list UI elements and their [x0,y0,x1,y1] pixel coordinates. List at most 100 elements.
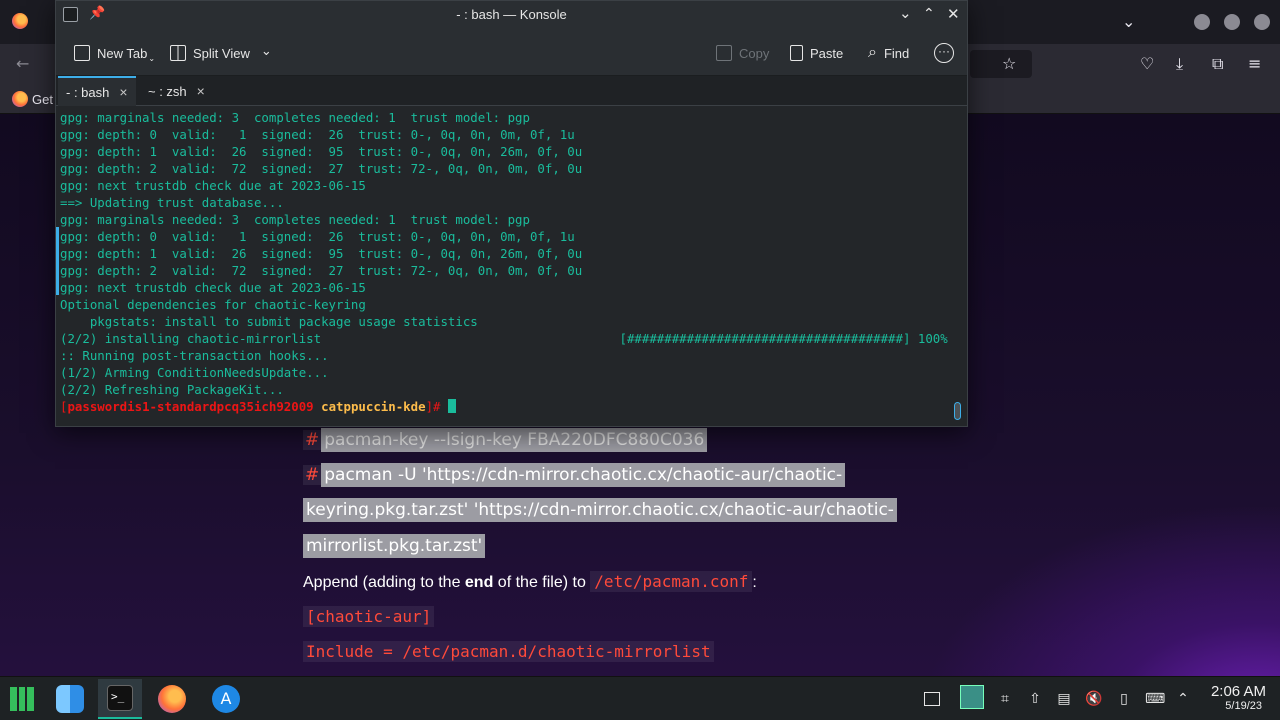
close-icon[interactable]: ✕ [947,5,960,23]
window-title: - : bash — Konsole [456,7,567,22]
close-button[interactable] [1254,14,1270,30]
terminal-line: gpg: depth: 1 valid: 26 signed: 95 trust… [60,144,583,159]
konsole-toolbar: New Tab ⌄ Split View ⌄ Copy Paste ⌕ Find… [56,30,967,76]
copy-button[interactable]: Copy [716,42,769,64]
app-store-icon: A [212,685,240,713]
minimize-chevron-icon[interactable]: ⌄ [899,4,912,22]
terminal-line: gpg: depth: 0 valid: 1 signed: 26 trust:… [60,127,575,142]
konsole-window: 📌 - : bash — Konsole ⌄ ⌃ ✕ New Tab ⌄ Spl… [55,0,968,427]
shell-prompt[interactable]: [passwordis1-standardpcq35ich92009 catpp… [60,398,456,415]
terminal-line: :: Running post-transaction hooks... [60,348,329,363]
terminal-line: pkgstats: install to submit package usag… [60,314,478,329]
prompt-directory: catppuccin-kde [321,399,426,414]
desktop-pager-icon[interactable] [960,685,984,709]
search-icon: ⌕ [868,44,877,61]
new-tab-icon [74,45,90,61]
battery-icon[interactable]: ▯ [1115,690,1133,708]
minimize-button[interactable] [1194,14,1210,30]
terminal-line: ==> Updating trust database... [60,195,284,210]
clock-date[interactable]: 5/19/23 [1225,700,1262,712]
clipboard-icon[interactable]: ⌗ [996,690,1014,708]
terminal-icon: >_ [107,685,133,711]
text-cursor [447,399,456,413]
taskbar-app-store[interactable]: A [204,679,248,719]
find-button[interactable]: ⌕ Find [868,42,909,64]
terminal-line: gpg: marginals needed: 3 completes neede… [60,110,530,125]
selection-marker [56,227,59,295]
update-icon[interactable]: ⇧ [1026,690,1044,708]
dropdown-indicator-icon: ⌄ [148,53,156,63]
manjaro-logo-icon [10,687,34,711]
tab-zsh[interactable]: ~ : zsh × [140,76,213,106]
taskbar-file-manager[interactable] [48,679,92,719]
more-icon: ··· [934,43,954,63]
chevron-down-icon[interactable]: ⌄ [1122,14,1135,30]
clock-time[interactable]: 2:06 AM [1211,683,1266,700]
terminal-line: gpg: next trustdb check due at 2023-06-1… [60,280,366,295]
code-text: keyring.pkg.tar.zst' 'https://cdn-mirror… [303,498,897,522]
split-view-label: Split View [193,45,250,61]
prompt-user-host: passwordis1-standardpcq35ich92009 [67,399,314,414]
para-text: : [752,574,757,591]
maximize-chevron-icon[interactable]: ⌃ [923,6,935,22]
bookmark-firefox-icon[interactable] [12,91,28,107]
code-lsign-key: # pacman-key --lsign-key FBA220DFC880C036 [303,428,708,452]
terminal-line: (1/2) Arming ConditionNeedsUpdate... [60,365,329,380]
paste-icon [790,45,803,61]
pocket-icon[interactable]: ♡ [1140,56,1154,72]
hamburger-menu-icon[interactable]: ≡ [1248,56,1261,72]
taskbar-firefox[interactable] [150,679,194,719]
code-pacman-install-2: keyring.pkg.tar.zst' 'https://cdn-mirror… [303,498,897,522]
code-pacman-install-1: # pacman -U 'https://cdn-mirror.chaotic.c… [303,463,846,487]
split-view-button[interactable]: Split View ⌄ [170,42,272,64]
para-text: Append (adding to the [303,574,465,591]
new-tab-label: New Tab [97,45,148,61]
find-label: Find [883,45,910,61]
back-arrow-icon[interactable]: ← [16,56,29,72]
tab-label: - : bash [66,84,110,100]
code-text: mirrorlist.pkg.tar.zst' [303,534,486,558]
code-pacman-install-3: mirrorlist.pkg.tar.zst' [303,534,486,558]
prompt-suffix: ]# [425,399,448,414]
terminal-line: gpg: next trustdb check due at 2023-06-1… [60,178,366,193]
muted-volume-icon[interactable]: 🔇 [1085,690,1103,708]
para-text: of the file) to [493,574,591,591]
downloads-icon[interactable]: ⤓ [1176,56,1183,72]
bookmark-star-icon[interactable]: ☆ [1002,56,1016,72]
tab-close-icon[interactable]: × [119,84,127,100]
paste-button[interactable]: Paste [790,42,843,64]
tray-expand-icon[interactable]: ⌃ [1174,690,1192,708]
firefox-icon [158,685,186,713]
firefox-logo-icon[interactable] [12,13,28,29]
network-icon[interactable]: ⌨ [1145,690,1165,708]
copy-label: Copy [739,45,770,61]
url-bar-end[interactable]: ☆ [970,50,1032,78]
para-bold: end [464,574,494,591]
konsole-tab-bar: - : bash × ~ : zsh × [56,76,967,106]
taskbar-konsole[interactable]: >_ [98,679,142,719]
konsole-titlebar[interactable]: 📌 - : bash — Konsole ⌄ ⌃ ✕ [56,1,967,30]
maximize-button[interactable] [1224,14,1240,30]
terminal-line: (2/2) Refreshing PackageKit... [60,382,284,397]
extensions-icon[interactable]: ⧉ [1212,56,1223,72]
notes-icon[interactable]: ▤ [1055,690,1073,708]
more-actions-button[interactable]: ··· [934,42,954,64]
terminal-scrollbar[interactable] [954,402,961,420]
tab-close-icon[interactable]: × [197,83,205,99]
tab-label: ~ : zsh [148,83,187,99]
terminal-line: gpg: depth: 1 valid: 26 signed: 95 trust… [60,246,583,261]
code-include-line: Include = /etc/pacman.d/chaotic-mirrorli… [303,641,714,662]
show-desktop-icon[interactable] [924,692,940,706]
code-text: pacman -U 'https://cdn-mirror.chaotic.cx… [321,463,846,487]
bookmark-get-started[interactable]: Get [32,92,53,107]
tab-bash[interactable]: - : bash × [58,76,136,106]
terminal-output[interactable]: gpg: marginals needed: 3 completes neede… [56,107,967,426]
taskbar: >_ A ⌗ ⇧ ▤ 🔇 ▯ ⌨ ⌃ [0,676,1280,720]
application-launcher[interactable] [0,679,44,719]
terminal-line: gpg: depth: 2 valid: 72 signed: 27 trust… [60,161,583,176]
new-tab-button[interactable]: New Tab ⌄ [74,42,155,64]
finder-face-icon [56,685,84,713]
paste-label: Paste [810,45,844,61]
chevron-down-icon[interactable]: ⌄ [261,43,272,59]
copy-icon [716,45,732,61]
